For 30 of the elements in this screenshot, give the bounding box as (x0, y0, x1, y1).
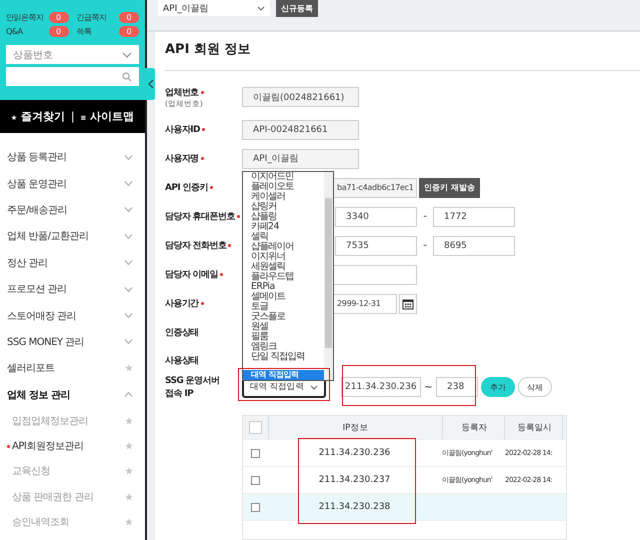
count-badge: 0 (48, 26, 68, 37)
column-header: IP정보 (269, 416, 443, 439)
counter-label: 긴급쪽지 (76, 12, 106, 23)
count-badge: 0 (119, 26, 139, 37)
counter-label: 쓱톡 (76, 26, 92, 37)
field-label: 사용기간 (165, 297, 242, 310)
field-label: SSG 운영서버 접속 IP (165, 375, 220, 400)
count-badge: 0 (48, 12, 68, 23)
field-label: API 인증키 (165, 181, 242, 194)
table-cell: 211.34.230.236 (318, 448, 390, 458)
counter-label: 안읽은쪽지 (6, 12, 44, 23)
table-cell: 211.34.230.237 (318, 475, 390, 485)
field-label: 업체번호 (165, 86, 242, 98)
table-cell: 211.34.230.238 (318, 502, 390, 512)
separator: | (70, 110, 75, 123)
field-label: 사용상태 (165, 354, 200, 366)
count-badge: 0 (119, 12, 139, 23)
counter-label: Q&A (6, 27, 23, 36)
dash: - (422, 211, 428, 222)
field-label: 담당자 전화번호 (165, 239, 242, 252)
field-label: 담당자 이메일 (165, 268, 242, 281)
page-title: API 회원 정보 (165, 32, 640, 71)
field-label: 사용자ID (165, 123, 242, 136)
column-header: 등록자 (443, 416, 505, 439)
column-header: 등록일시 (505, 416, 563, 439)
field-label: 담당자 휴대폰번호 (165, 210, 242, 223)
dash: - (422, 240, 428, 251)
field-label: 사용자명 (165, 152, 242, 165)
range-separator: ~ (423, 382, 434, 392)
field-label: 인증상태 (165, 327, 200, 339)
